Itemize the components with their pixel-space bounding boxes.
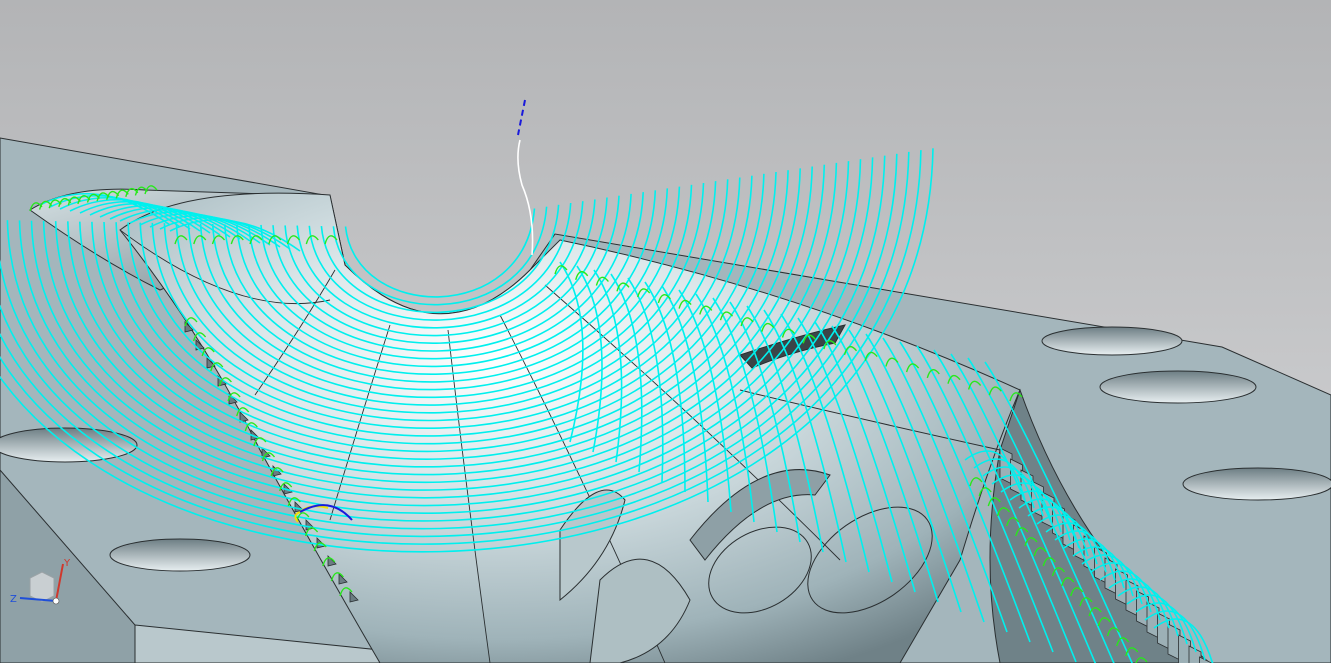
triad-origin xyxy=(52,597,60,605)
z-axis-label: Z xyxy=(10,594,17,605)
y-axis-label: Y xyxy=(63,558,71,569)
y-axis-line xyxy=(55,563,64,602)
hole-3 xyxy=(1182,467,1331,501)
hole-2 xyxy=(1099,370,1257,404)
hole-1 xyxy=(1041,326,1183,356)
view-cube-icon[interactable] xyxy=(29,571,55,603)
graphics-viewport[interactable]: Y Z xyxy=(0,0,1331,663)
cad-scene[interactable] xyxy=(0,0,1331,663)
orientation-triad[interactable]: Y Z xyxy=(8,556,72,612)
hole-5 xyxy=(109,538,251,572)
